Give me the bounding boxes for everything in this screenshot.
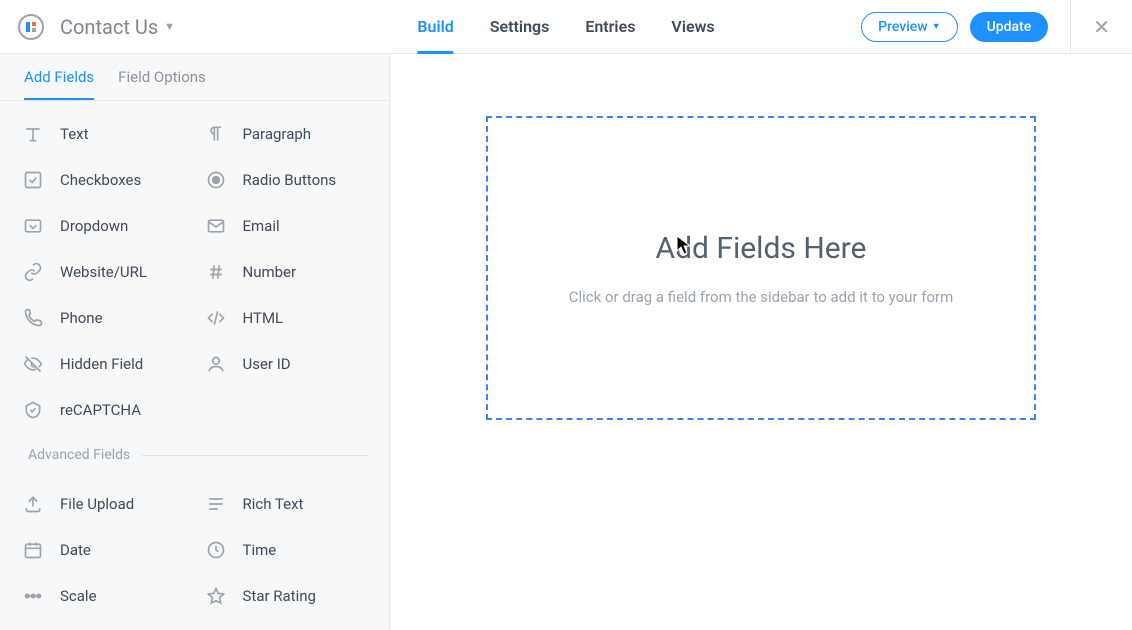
dropdown-icon — [22, 215, 44, 237]
field-file-upload[interactable]: File Upload — [12, 481, 195, 527]
field-paragraph[interactable]: Paragraph — [195, 111, 378, 157]
field-label: reCAPTCHA — [60, 401, 141, 419]
dropzone-title: Add Fields Here — [656, 231, 867, 266]
field-label: Checkboxes — [60, 171, 141, 189]
topbar: Contact Us ▼ Build Settings Entries View… — [0, 0, 1132, 54]
field-html[interactable]: HTML — [195, 295, 378, 341]
field-label: File Upload — [60, 495, 134, 513]
time-icon — [205, 539, 227, 561]
field-label: User ID — [243, 355, 291, 373]
basic-fields-grid: Text Paragraph Checkboxes Radio Buttons — [0, 101, 389, 439]
caret-down-icon: ▼ — [164, 20, 175, 33]
field-label: Email — [243, 217, 280, 235]
sidebar-tabs: Add Fields Field Options — [0, 54, 389, 101]
nav-build[interactable]: Build — [417, 0, 453, 54]
field-star-rating[interactable]: Star Rating — [195, 573, 378, 619]
upload-icon — [22, 493, 44, 515]
advanced-fields-grid: File Upload Rich Text Date Time — [0, 471, 389, 625]
form-title-dropdown[interactable]: Contact Us ▼ — [60, 15, 175, 39]
hidden-icon — [22, 353, 44, 375]
field-checkboxes[interactable]: Checkboxes — [12, 157, 195, 203]
field-email[interactable]: Email — [195, 203, 378, 249]
checkbox-icon — [22, 169, 44, 191]
field-time[interactable]: Time — [195, 527, 378, 573]
header-actions: Preview ▼ Update ✕ — [861, 0, 1114, 54]
recaptcha-icon — [22, 399, 44, 421]
radio-icon — [205, 169, 227, 191]
field-label: Radio Buttons — [243, 171, 337, 189]
scale-icon — [22, 585, 44, 607]
html-icon — [205, 307, 227, 329]
field-text[interactable]: Text — [12, 111, 195, 157]
tab-add-fields[interactable]: Add Fields — [24, 68, 94, 100]
section-label: Advanced Fields — [28, 447, 130, 463]
number-icon — [205, 261, 227, 283]
field-hidden[interactable]: Hidden Field — [12, 341, 195, 387]
tab-field-options[interactable]: Field Options — [118, 68, 206, 100]
sidebar: Add Fields Field Options Text Paragraph — [0, 54, 390, 630]
fields-scroll[interactable]: Text Paragraph Checkboxes Radio Buttons — [0, 101, 389, 630]
nav-settings[interactable]: Settings — [490, 0, 550, 54]
field-label: Website/URL — [60, 263, 147, 281]
richtext-icon — [205, 493, 227, 515]
field-label: Time — [243, 541, 277, 559]
app-logo — [18, 14, 44, 40]
email-icon — [205, 215, 227, 237]
field-userid[interactable]: User ID — [195, 341, 378, 387]
field-label: Paragraph — [243, 125, 312, 143]
nav-entries[interactable]: Entries — [585, 0, 635, 54]
field-label: Rich Text — [243, 495, 304, 513]
preview-button[interactable]: Preview ▼ — [861, 12, 958, 42]
caret-down-icon: ▼ — [932, 21, 941, 32]
field-label: Date — [60, 541, 91, 559]
field-label: Star Rating — [243, 587, 316, 605]
form-title-text: Contact Us — [60, 15, 158, 39]
field-label: Hidden Field — [60, 355, 143, 373]
text-icon — [22, 123, 44, 145]
field-date[interactable]: Date — [12, 527, 195, 573]
divider — [1070, 0, 1071, 54]
field-label: Number — [243, 263, 297, 281]
field-rich-text[interactable]: Rich Text — [195, 481, 378, 527]
field-label: Dropdown — [60, 217, 128, 235]
field-website[interactable]: Website/URL — [12, 249, 195, 295]
dropzone[interactable]: Add Fields Here Click or drag a field fr… — [486, 116, 1036, 420]
dropzone-subtitle: Click or drag a field from the sidebar t… — [569, 288, 954, 306]
field-label: Scale — [60, 587, 97, 605]
divider-line — [142, 455, 369, 456]
phone-icon — [22, 307, 44, 329]
body: Add Fields Field Options Text Paragraph — [0, 54, 1132, 630]
close-button[interactable]: ✕ — [1089, 15, 1114, 39]
main-nav: Build Settings Entries Views — [417, 0, 714, 54]
field-radio[interactable]: Radio Buttons — [195, 157, 378, 203]
date-icon — [22, 539, 44, 561]
field-label: HTML — [243, 309, 284, 327]
field-dropdown[interactable]: Dropdown — [12, 203, 195, 249]
link-icon — [22, 261, 44, 283]
field-scale[interactable]: Scale — [12, 573, 195, 619]
form-canvas: Add Fields Here Click or drag a field fr… — [390, 54, 1132, 630]
field-phone[interactable]: Phone — [12, 295, 195, 341]
star-icon — [205, 585, 227, 607]
user-icon — [205, 353, 227, 375]
field-recaptcha[interactable]: reCAPTCHA — [12, 387, 195, 433]
nav-views[interactable]: Views — [671, 0, 714, 54]
field-number[interactable]: Number — [195, 249, 378, 295]
advanced-fields-header: Advanced Fields — [0, 439, 389, 471]
update-button[interactable]: Update — [970, 12, 1049, 42]
field-label: Phone — [60, 309, 103, 327]
paragraph-icon — [205, 123, 227, 145]
field-label: Text — [60, 125, 89, 143]
